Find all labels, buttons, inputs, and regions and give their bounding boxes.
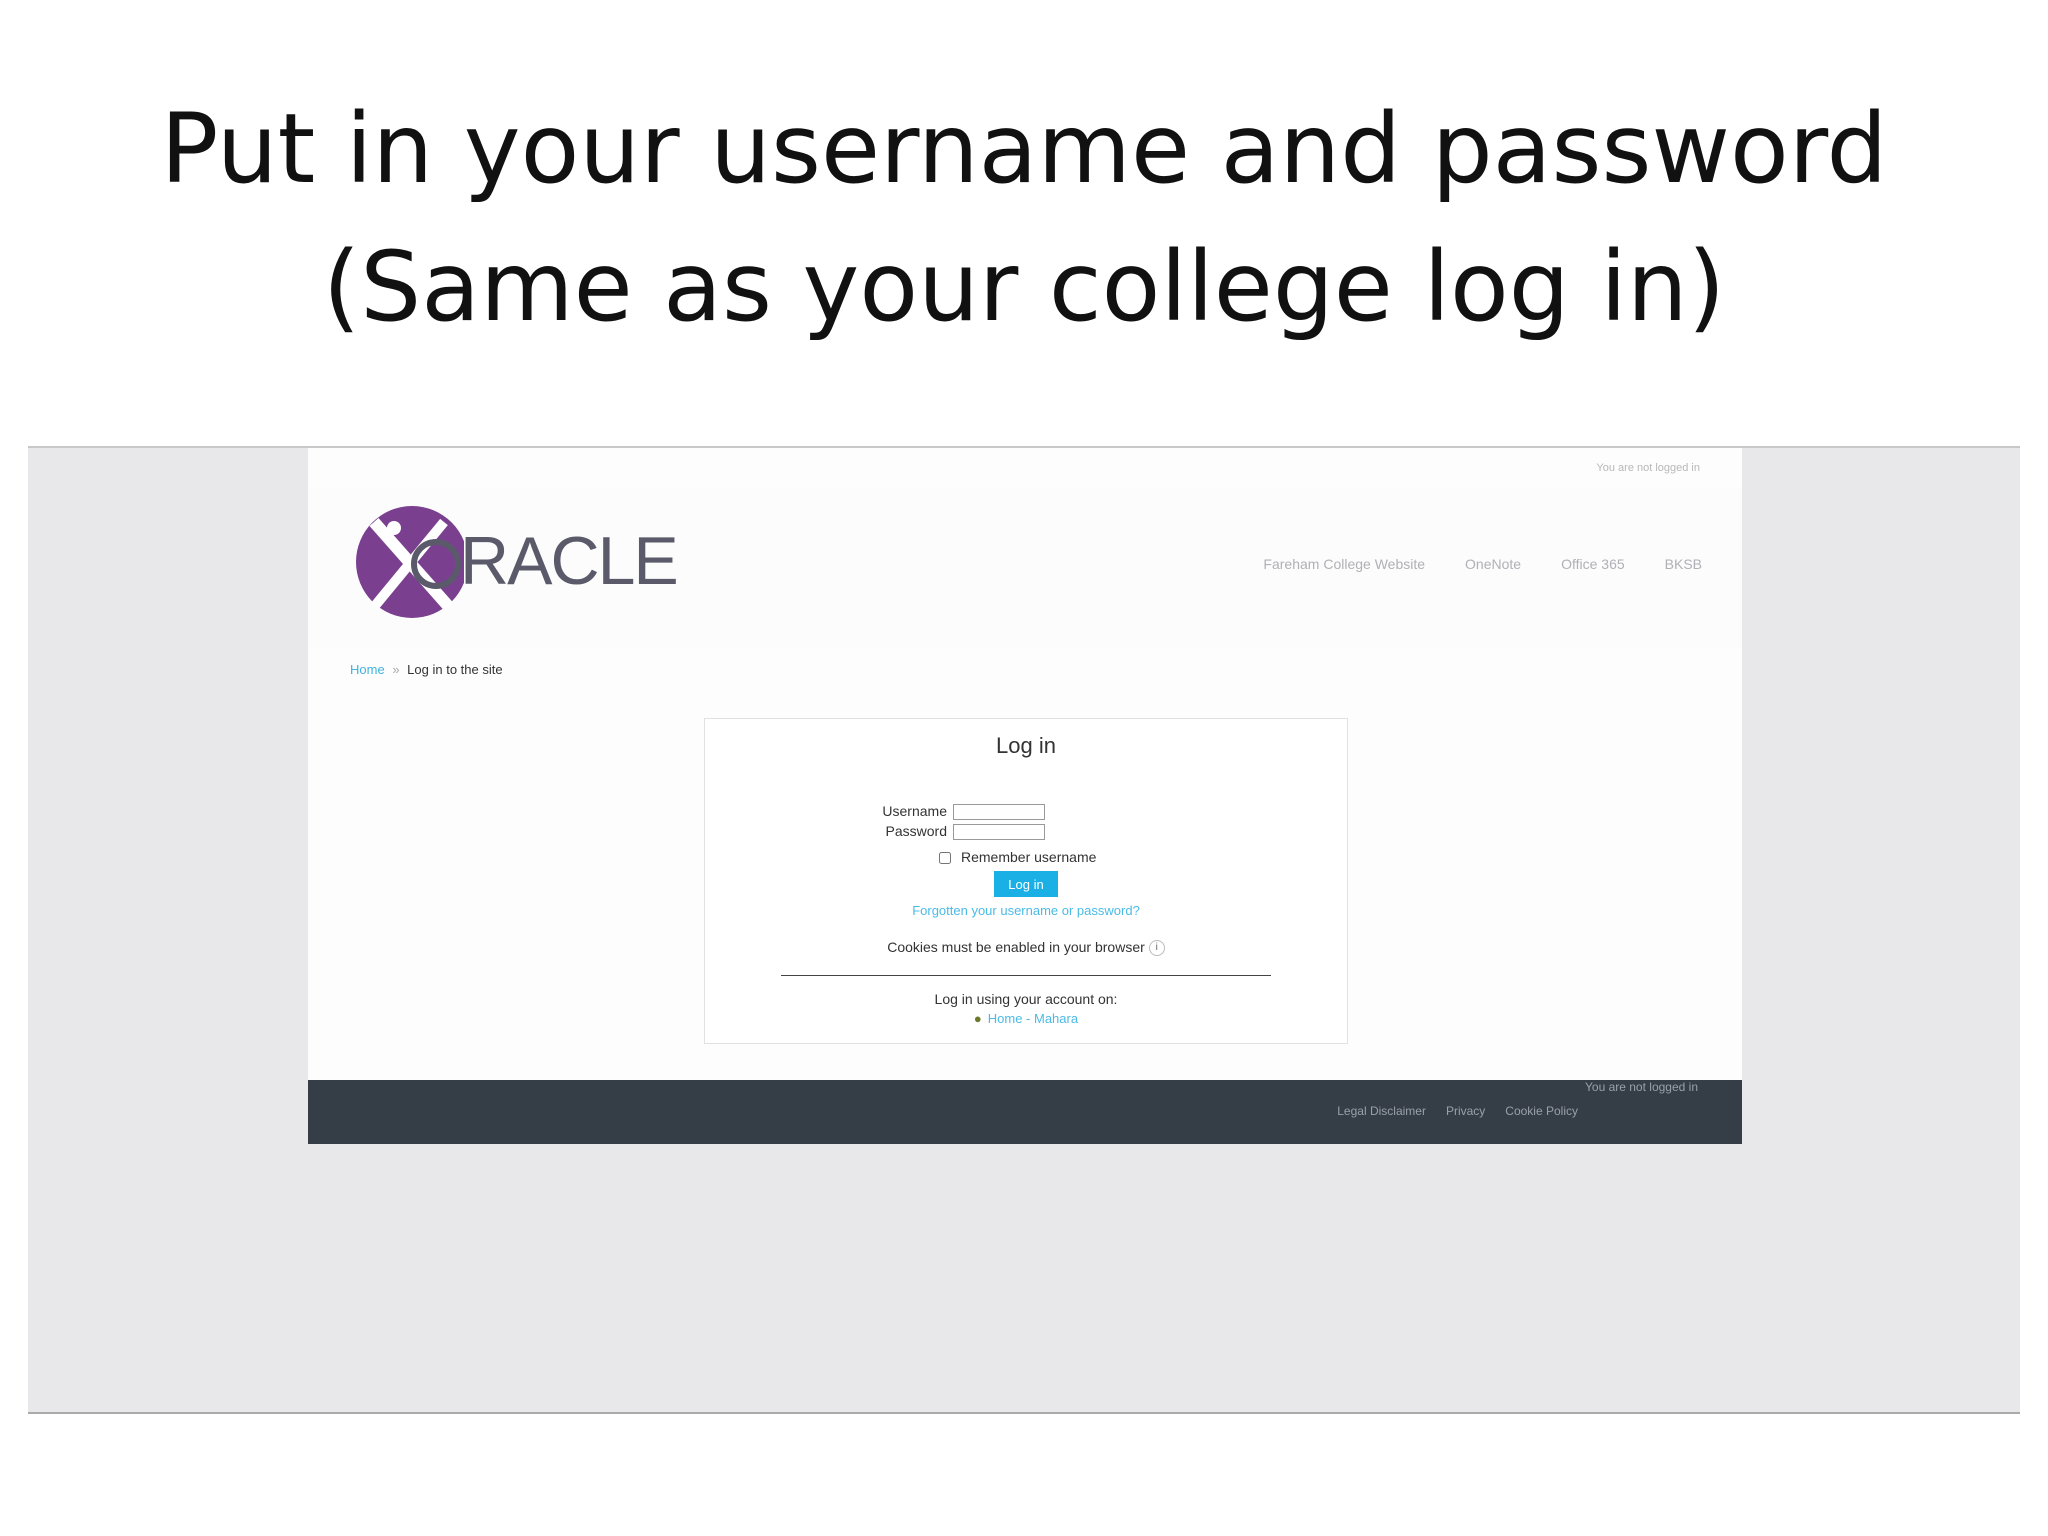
mahara-login: ● Home - Mahara bbox=[705, 1011, 1347, 1026]
nav-bksb[interactable]: BKSB bbox=[1665, 556, 1702, 572]
username-row: Username bbox=[875, 803, 1045, 821]
login-panel: Log in Username Password Remember userna… bbox=[704, 718, 1348, 1044]
password-label: Password bbox=[885, 823, 947, 839]
breadcrumb-separator: » bbox=[392, 662, 400, 677]
info-icon[interactable]: i bbox=[1148, 940, 1165, 957]
footer-cookie-link[interactable]: Cookie Policy bbox=[1505, 1104, 1578, 1118]
login-status-top: You are not logged in bbox=[1596, 462, 1700, 474]
nav-office-365[interactable]: Office 365 bbox=[1561, 556, 1625, 572]
oracle-login-page: You are not logged in RACLE Fareham Coll… bbox=[308, 448, 1742, 1144]
alt-login-text: Log in using your account on: bbox=[934, 991, 1118, 1007]
footer-privacy-link[interactable]: Privacy bbox=[1446, 1104, 1485, 1118]
username-label: Username bbox=[882, 803, 947, 819]
footer-links: Legal Disclaimer Privacy Cookie Policy bbox=[1337, 1104, 1578, 1118]
password-row: Password bbox=[875, 823, 1045, 841]
site-footer: You are not logged in Legal Disclaimer P… bbox=[308, 1080, 1742, 1144]
cookies-notice: Cookies must be enabled in your browser i bbox=[705, 939, 1347, 957]
password-input[interactable] bbox=[953, 824, 1045, 841]
slide-title-line1: Put in your username and password bbox=[160, 93, 1888, 205]
footer-legal-link[interactable]: Legal Disclaimer bbox=[1337, 1104, 1426, 1118]
login-status-footer: You are not logged in bbox=[1585, 1080, 1698, 1094]
mahara-icon: ● bbox=[973, 1011, 982, 1026]
nav-fareham-website[interactable]: Fareham College Website bbox=[1263, 556, 1425, 572]
oracle-logo-icon bbox=[356, 506, 468, 618]
slide-title-line2: (Same as your college log in) bbox=[322, 231, 1726, 343]
mahara-link[interactable]: Home - Mahara bbox=[988, 1011, 1078, 1026]
breadcrumb: Home » Log in to the site bbox=[350, 662, 503, 677]
breadcrumb-current: Log in to the site bbox=[407, 662, 503, 677]
remember-row: Remember username bbox=[939, 849, 1096, 865]
remember-username-checkbox[interactable] bbox=[939, 852, 951, 865]
oracle-logo[interactable]: RACLE bbox=[354, 502, 679, 622]
login-button[interactable]: Log in bbox=[994, 871, 1058, 897]
divider bbox=[781, 975, 1271, 976]
username-input[interactable] bbox=[953, 804, 1045, 821]
cookies-text: Cookies must be enabled in your browser bbox=[887, 939, 1145, 955]
slide-title: Put in your username and password (Same … bbox=[0, 80, 2048, 356]
top-nav: Fareham College Website OneNote Office 3… bbox=[1263, 556, 1702, 572]
breadcrumb-home[interactable]: Home bbox=[350, 662, 385, 677]
login-title: Log in bbox=[996, 733, 1056, 758]
remember-username-label: Remember username bbox=[961, 849, 1097, 865]
logo-text: RACLE bbox=[460, 523, 679, 599]
browser-screenshot: You are not logged in RACLE Fareham Coll… bbox=[28, 446, 2020, 1414]
forgot-password-link[interactable]: Forgotten your username or password? bbox=[705, 903, 1347, 918]
nav-onenote[interactable]: OneNote bbox=[1465, 556, 1521, 572]
